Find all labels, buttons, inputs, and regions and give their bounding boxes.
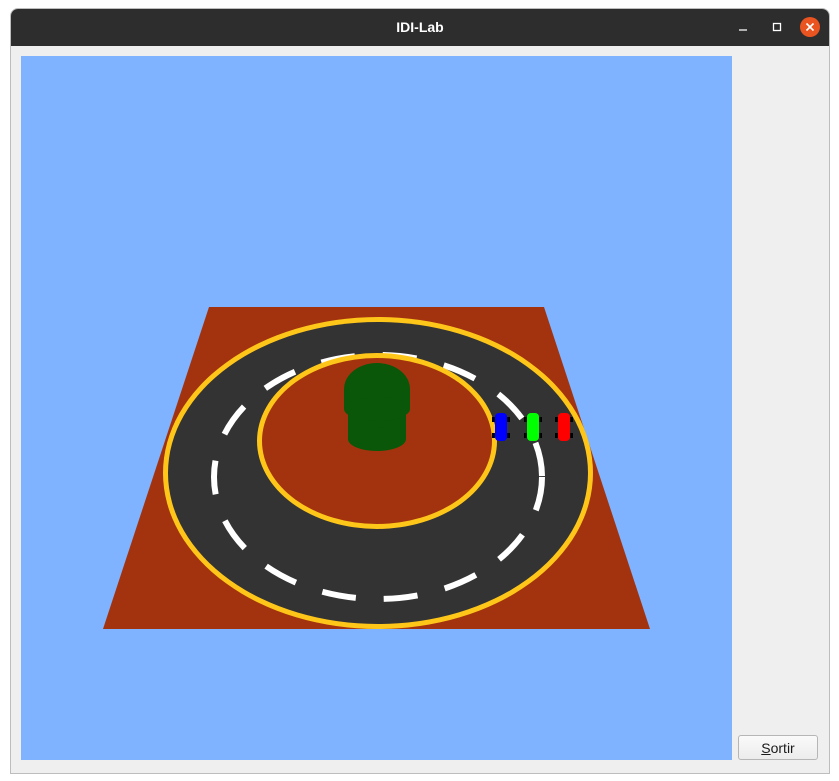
minimize-button[interactable] [733, 17, 753, 37]
app-window: IDI-Lab S ortir [10, 8, 830, 774]
window-title: IDI-Lab [396, 19, 444, 35]
minimize-icon [739, 29, 747, 31]
race-track-scene [103, 307, 650, 629]
sortir-label: ortir [770, 739, 795, 756]
maximize-icon [772, 22, 782, 32]
close-icon [805, 22, 815, 32]
sortir-mnemonic: S [761, 739, 771, 756]
sortir-button[interactable]: Sortir [738, 735, 818, 760]
close-button[interactable] [800, 17, 820, 37]
tree [344, 363, 410, 451]
maximize-button[interactable] [767, 17, 787, 37]
opengl-viewport[interactable] [21, 56, 732, 760]
title-bar[interactable]: IDI-Lab [11, 9, 829, 46]
